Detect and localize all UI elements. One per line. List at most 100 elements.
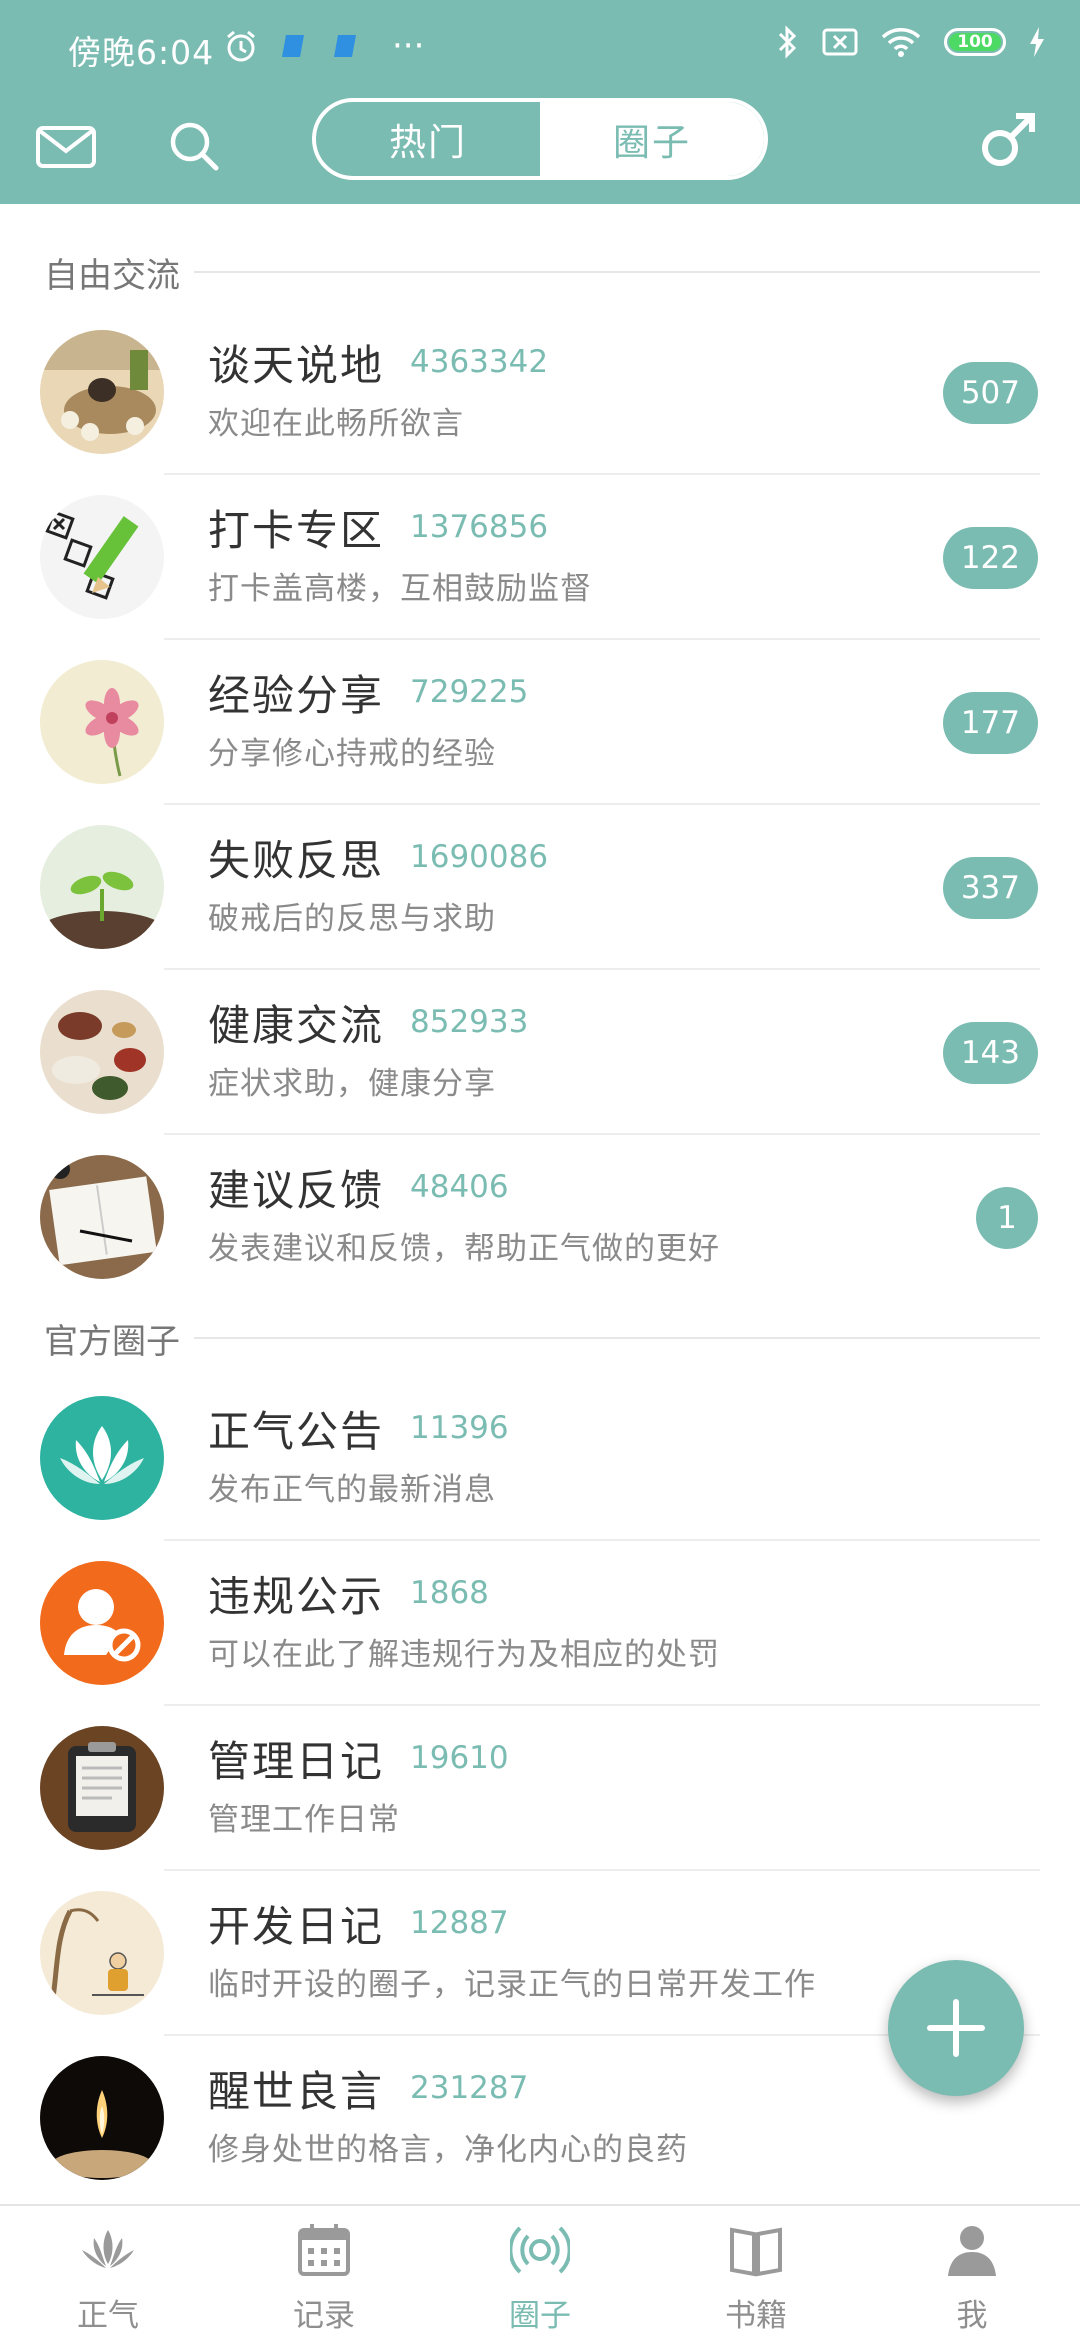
group-name: 打卡专区: [208, 506, 385, 555]
group-description: 管理工作日常: [208, 1802, 400, 1838]
member-count: 1690086: [410, 839, 549, 875]
group-description: 发布正气的最新消息: [208, 1472, 496, 1508]
member-count: 1868: [410, 1575, 489, 1611]
group-name: 经验分享: [208, 671, 385, 720]
clipboard-image: [40, 1726, 164, 1850]
member-count: 19610: [410, 1740, 509, 1776]
header-tabs: 热门 圈子: [312, 98, 768, 180]
group-description: 打卡盖高楼，互相鼓励监督: [208, 571, 592, 607]
checklist-pencil-image: [40, 495, 164, 619]
person-icon: [948, 2226, 996, 2276]
group-description: 分享修心持戒的经验: [208, 736, 496, 772]
group-name: 健康交流: [208, 1001, 385, 1050]
add-post-button[interactable]: [888, 1960, 1024, 2096]
lotus-icon: [82, 2230, 134, 2268]
group-row[interactable]: 经验分享 729225 分享修心持戒的经验 177: [0, 640, 1080, 805]
group-name: 建议反馈: [208, 1166, 385, 1215]
charging-icon: [1030, 27, 1044, 57]
group-description: 破戒后的反思与求助: [208, 901, 496, 937]
sim-disabled-icon: [822, 28, 858, 56]
group-row[interactable]: 打卡专区 1376856 打卡盖高楼，互相鼓励监督 122: [0, 475, 1080, 640]
app-notification-icon: [334, 35, 356, 57]
member-count: 1376856: [410, 509, 549, 545]
nav-label: 书籍: [725, 2298, 787, 2334]
notebook-image: [40, 1155, 164, 1279]
group-row[interactable]: 谈天说地 4363342 欢迎在此畅所欲言 507: [0, 310, 1080, 475]
unread-badge: 143: [942, 1022, 1038, 1084]
battery-icon: 100: [944, 28, 1006, 56]
group-row[interactable]: 管理日记 19610 管理工作日常: [0, 1706, 1080, 1871]
group-name: 管理日记: [208, 1737, 385, 1786]
tab-hot[interactable]: 热门: [316, 102, 540, 176]
nav-item-me[interactable]: 我: [864, 2206, 1080, 2342]
group-description: 症状求助，健康分享: [208, 1066, 496, 1102]
nav-label: 我: [956, 2298, 988, 2334]
section-divider: [194, 271, 1040, 273]
mail-icon[interactable]: [34, 114, 98, 178]
nav-item-books[interactable]: 书籍: [648, 2206, 864, 2342]
member-count: 729225: [410, 674, 529, 710]
lotus-image: [40, 1396, 164, 1520]
group-description: 可以在此了解违规行为及相应的处罚: [208, 1637, 720, 1673]
nav-item-records[interactable]: 记录: [216, 2206, 432, 2342]
member-count: 231287: [410, 2070, 529, 2106]
monk-painting-image: [40, 1891, 164, 2015]
group-row[interactable]: 健康交流 852933 症状求助，健康分享 143: [0, 970, 1080, 1135]
section-divider: [194, 1337, 1040, 1339]
nav-label: 圈子: [509, 2298, 571, 2334]
app-header: 傍晚6:04 ··· 100 热门 圈子: [0, 0, 1080, 204]
group-row[interactable]: 失败反思 1690086 破戒后的反思与求助 337: [0, 805, 1080, 970]
section-header-official: 官方圈子: [44, 1308, 1040, 1368]
nav-label: 正气: [77, 2298, 139, 2334]
section-header-free-talk: 自由交流: [44, 242, 1040, 302]
group-name: 醒世良言: [208, 2067, 385, 2116]
group-description: 欢迎在此畅所欲言: [208, 406, 464, 442]
tab-circles[interactable]: 圈子: [540, 102, 764, 176]
nav-item-circles[interactable]: 圈子: [432, 2206, 648, 2342]
member-count: 12887: [410, 1905, 509, 1941]
plus-icon: [927, 1999, 985, 2057]
nav-item-zhengqi[interactable]: 正气: [0, 2206, 216, 2342]
unread-badge: 337: [942, 857, 1038, 919]
male-symbol-icon[interactable]: [976, 108, 1040, 172]
member-count: 4363342: [410, 344, 549, 380]
sprout-image: [40, 825, 164, 949]
unread-badge: 1: [976, 1187, 1038, 1249]
group-name: 正气公告: [208, 1407, 385, 1456]
herbs-image: [40, 990, 164, 1114]
status-bar: 傍晚6:04 ··· 100: [0, 0, 1080, 96]
app-notification-icon: [282, 35, 304, 57]
more-notifications-icon: ···: [392, 26, 425, 66]
group-description: 临时开设的圈子，记录正气的日常开发工作: [208, 1967, 816, 2003]
bottom-navigation: 正气 记录 圈子 书籍 我: [0, 2204, 1080, 2340]
group-name: 失败反思: [208, 836, 385, 885]
search-icon[interactable]: [162, 114, 226, 178]
pink-flower-image: [40, 660, 164, 784]
section-title: 官方圈子: [44, 1321, 180, 1362]
member-count: 852933: [410, 1004, 529, 1040]
group-name: 开发日记: [208, 1902, 385, 1951]
banned-user-image: [40, 1561, 164, 1685]
section-title: 自由交流: [44, 255, 180, 296]
bluetooth-icon: [778, 25, 797, 59]
group-name: 谈天说地: [208, 341, 385, 390]
group-name: 违规公示: [208, 1572, 385, 1621]
member-count: 11396: [410, 1410, 509, 1446]
calendar-icon: [298, 2224, 350, 2276]
alarm-icon: [227, 30, 255, 62]
unread-badge: 122: [942, 527, 1038, 589]
unread-badge: 507: [942, 362, 1038, 424]
unread-badge: 177: [942, 692, 1038, 754]
book-icon: [730, 2227, 782, 2277]
status-time: 傍晚6:04: [68, 33, 215, 72]
broadcast-icon: [510, 2226, 570, 2274]
group-row[interactable]: 建议反馈 48406 发表建议和反馈，帮助正气做的更好 1: [0, 1135, 1080, 1300]
group-row[interactable]: 正气公告 11396 发布正气的最新消息: [0, 1376, 1080, 1541]
group-description: 修身处世的格言，净化内心的良药: [208, 2132, 688, 2168]
group-description: 发表建议和反馈，帮助正气做的更好: [208, 1231, 720, 1267]
group-row[interactable]: 违规公示 1868 可以在此了解违规行为及相应的处罚: [0, 1541, 1080, 1706]
tea-set-image: [40, 330, 164, 454]
member-count: 48406: [410, 1169, 509, 1205]
candle-image: [40, 2056, 164, 2180]
nav-label: 记录: [293, 2298, 355, 2334]
